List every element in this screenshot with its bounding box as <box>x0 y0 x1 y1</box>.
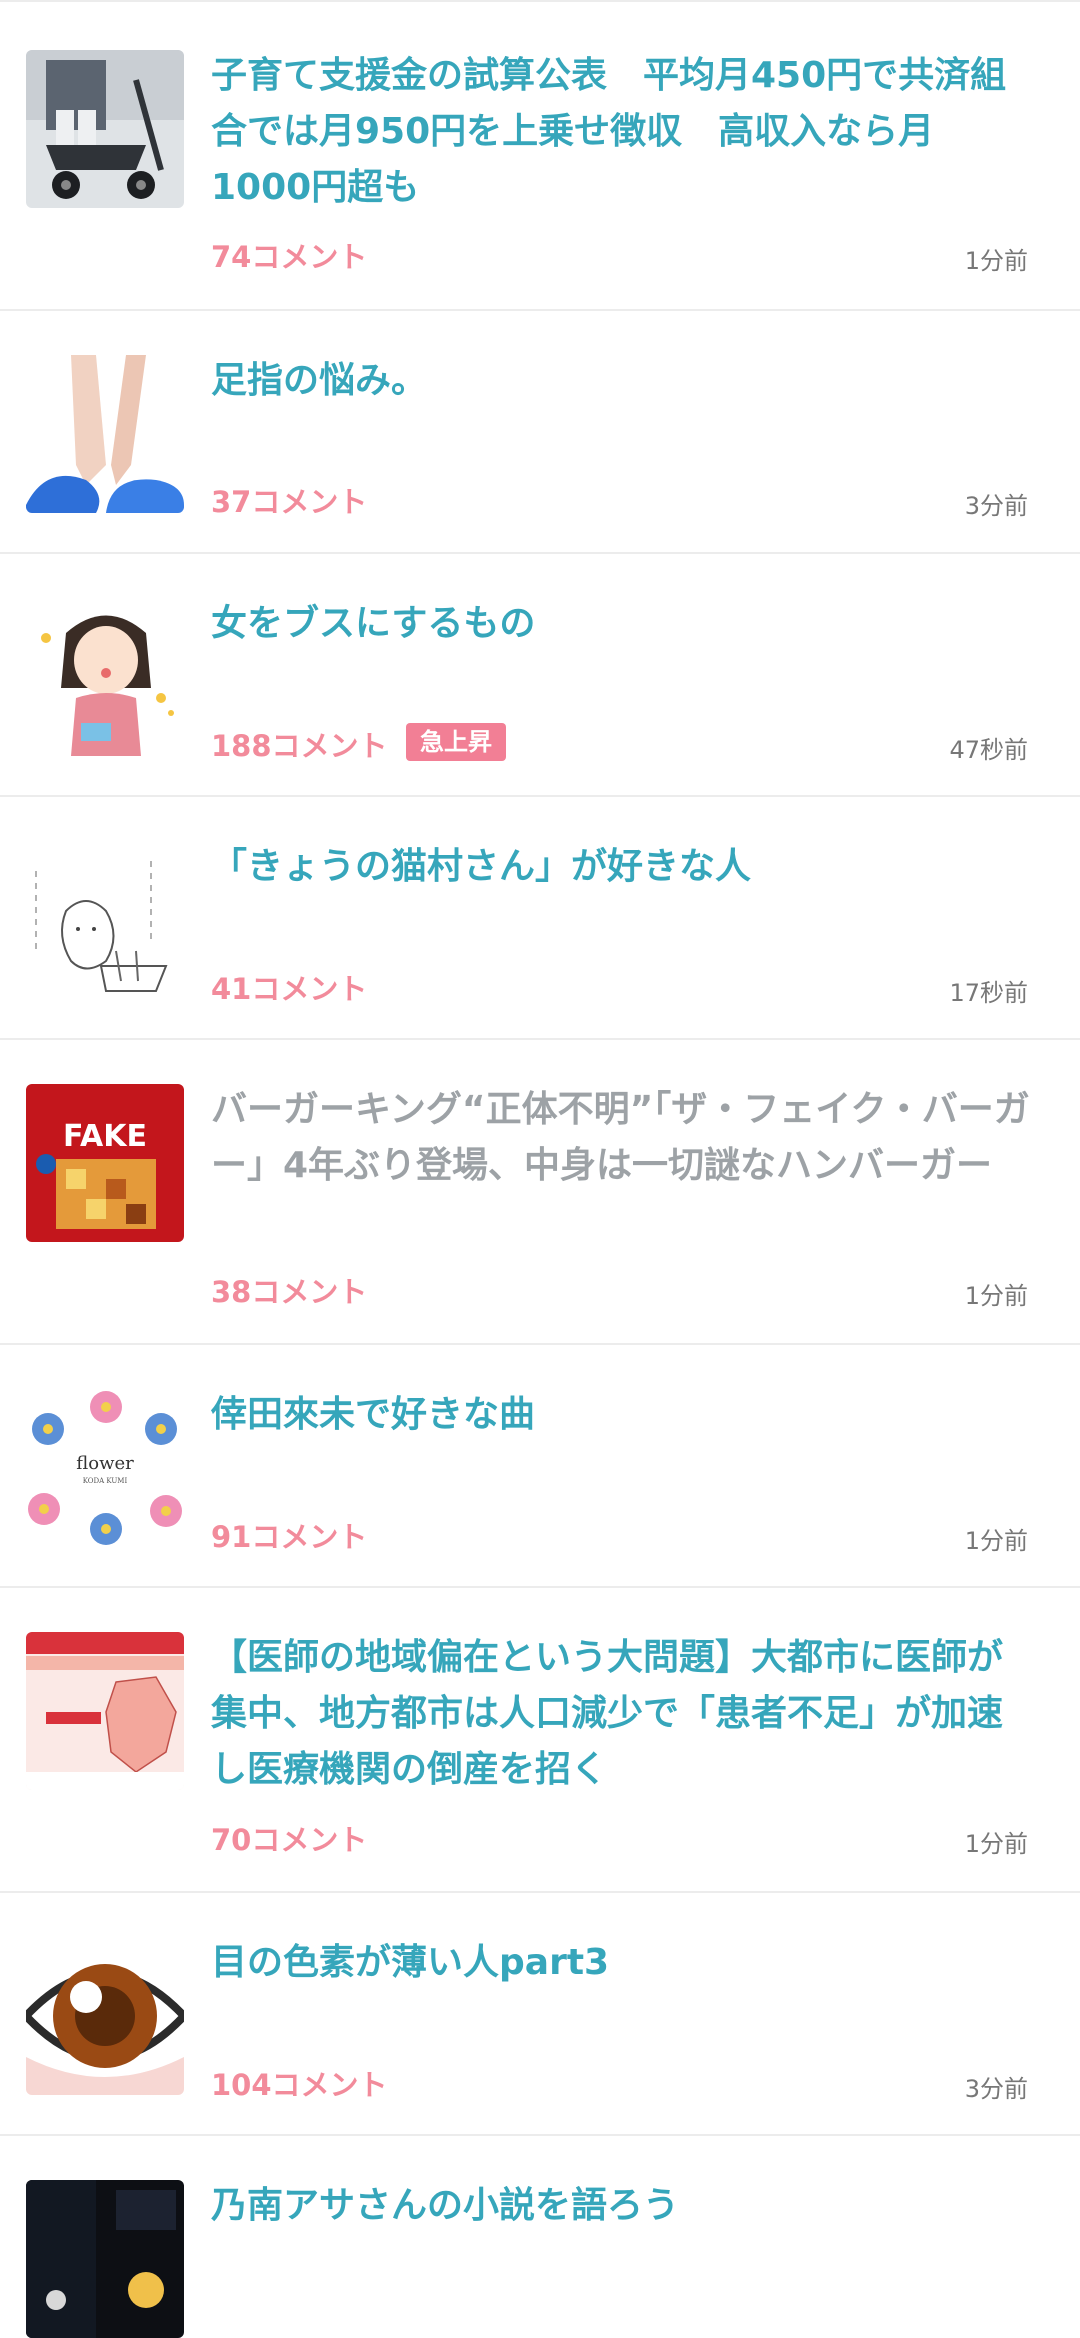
trending-badge: 急上昇 <box>406 723 506 761</box>
list-item[interactable]: 乃南アサさんの小説を語ろう <box>0 2136 1080 2338</box>
timestamp: 1分前 <box>964 1282 1028 1310</box>
list-item[interactable]: 子育て支援金の試算公表 平均月450円で共済組合では月950円を上乗せ徴収 高収… <box>0 6 1080 311</box>
comment-count: 38コメント <box>211 1275 368 1309</box>
topic-title[interactable]: 足指の悩み。 <box>211 353 1030 409</box>
topic-title[interactable]: 【医師の地域偏在という大問題】大都市に医師が集中、地方都市は人口減少で「患者不足… <box>211 1630 1030 1798</box>
list-item[interactable]: flower KODA KUMI 倖田來未で好きな曲 91コメント 1分前 <box>0 1345 1080 1588</box>
list-item[interactable]: 足指の悩み。 37コメント 3分前 <box>0 311 1080 554</box>
artist-label: KODA KUMI <box>83 1477 128 1485</box>
topic-title[interactable]: 子育て支援金の試算公表 平均月450円で共済組合では月950円を上乗せ徴収 高収… <box>211 48 1030 216</box>
timestamp: 1分前 <box>964 1527 1028 1555</box>
timestamp: 1分前 <box>964 247 1028 275</box>
list-item[interactable]: 女をブスにするもの 188コメント 急上昇 47秒前 <box>0 554 1080 797</box>
comment-count: 70コメント <box>211 1823 368 1857</box>
list-item[interactable]: 【医師の地域偏在という大問題】大都市に医師が集中、地方都市は人口減少で「患者不足… <box>0 1588 1080 1893</box>
thumbnail-feet[interactable] <box>26 355 184 513</box>
flower-label: flower <box>76 1453 134 1474</box>
timestamp: 47秒前 <box>949 736 1028 764</box>
thumbnail-eye-illustration[interactable] <box>26 1937 184 2095</box>
timestamp: 1分前 <box>964 1830 1028 1858</box>
comment-count: 41コメント <box>211 972 368 1006</box>
list-item[interactable]: 「きょうの猫村さん」が好きな人 41コメント 17秒前 <box>0 797 1080 1040</box>
topic-list: 子育て支援金の試算公表 平均月450円で共済組合では月950円を上乗せ徴収 高収… <box>0 6 1080 2338</box>
comment-count: 104コメント <box>211 2068 388 2102</box>
list-item[interactable]: 目の色素が薄い人part3 104コメント 3分前 <box>0 1893 1080 2136</box>
timestamp: 3分前 <box>964 492 1028 520</box>
thumbnail-woman-illustration[interactable] <box>26 598 184 756</box>
fake-label: FAKE <box>63 1119 147 1154</box>
thumbnail-fake-burger[interactable]: FAKE <box>26 1084 184 1242</box>
thumbnail-flower-cover[interactable]: flower KODA KUMI <box>26 1389 184 1547</box>
topic-title[interactable]: 倖田來未で好きな曲 <box>211 1387 1030 1443</box>
comment-count: 74コメント <box>211 240 368 274</box>
topic-title[interactable]: 「きょうの猫村さん」が好きな人 <box>211 839 1030 895</box>
timestamp: 17秒前 <box>949 979 1028 1007</box>
topic-title[interactable]: 女をブスにするもの <box>211 596 1030 652</box>
comment-count: 188コメント <box>211 729 388 763</box>
list-item[interactable]: FAKE バーガーキング“正体不明”「ザ・フェイク・バーガー」4年ぶり登場、中身… <box>0 1040 1080 1345</box>
thumbnail-cat-sketch[interactable] <box>26 841 184 999</box>
comment-count: 37コメント <box>211 485 368 519</box>
thumbnail-stroller[interactable] <box>26 50 184 208</box>
topic-title[interactable]: バーガーキング“正体不明”「ザ・フェイク・バーガー」4年ぶり登場、中身は一切謎な… <box>211 1082 1030 1194</box>
thumbnail-population-map[interactable] <box>26 1632 184 1790</box>
thumbnail-book-cover[interactable] <box>26 2180 184 2338</box>
comment-count: 91コメント <box>211 1520 368 1554</box>
timestamp: 3分前 <box>964 2075 1028 2103</box>
topic-title[interactable]: 目の色素が薄い人part3 <box>211 1935 1030 1991</box>
topic-title[interactable]: 乃南アサさんの小説を語ろう <box>211 2178 1030 2234</box>
